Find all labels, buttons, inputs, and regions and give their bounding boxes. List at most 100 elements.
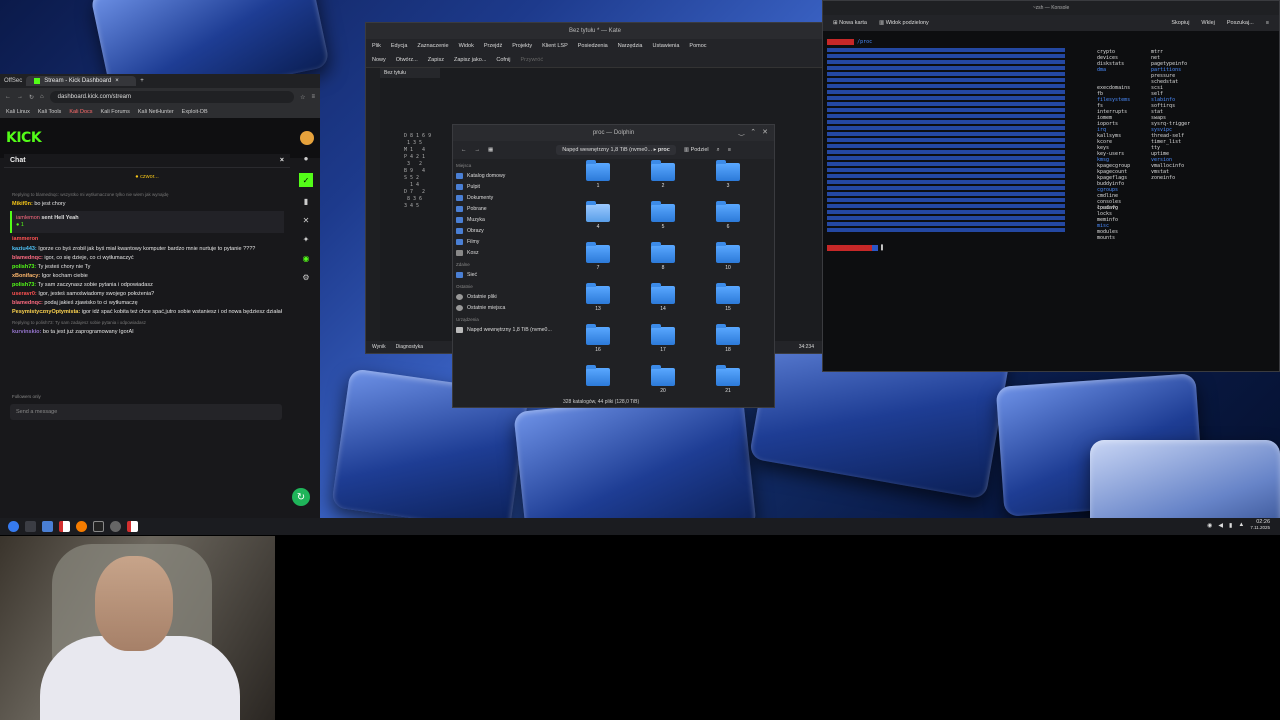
chat-user[interactable]: Mikif0n: (12, 201, 33, 207)
pinned-message[interactable]: ● czwor... (4, 174, 290, 181)
undo-button[interactable]: Cofnij (496, 57, 510, 63)
app-menu-icon[interactable] (8, 521, 19, 532)
chat-user[interactable]: blamednqc: (12, 300, 43, 306)
folder-item[interactable]: 5 (643, 201, 683, 230)
window-overview-icon[interactable] (25, 521, 36, 532)
kate-icon[interactable] (59, 521, 70, 532)
chat-user[interactable]: iamlemon (16, 215, 40, 221)
battery-icon[interactable]: ▮ (1229, 522, 1232, 529)
redo-button[interactable]: Przywróć (520, 57, 543, 63)
place-recent-locations[interactable]: Ostatnie miejsca (456, 302, 561, 313)
kick-logo[interactable]: KICK (6, 130, 42, 146)
menu-edycja[interactable]: Edycja (391, 43, 408, 49)
new-button[interactable]: Nowy (372, 57, 386, 63)
search-button[interactable]: Poszukaj... (1227, 20, 1254, 26)
check-icon[interactable]: ✓ (299, 173, 313, 187)
chat-user[interactable]: polish73: (12, 264, 36, 270)
folder-item[interactable]: 17 (643, 324, 683, 353)
menu-widok[interactable]: Widok (459, 43, 474, 49)
folder-item[interactable]: 13 (578, 283, 618, 312)
menu-zaznaczenie[interactable]: Zaznaczenie (417, 43, 448, 49)
folder-item[interactable]: 15 (708, 283, 748, 312)
open-button[interactable]: Otwórz... (396, 57, 418, 63)
back-icon[interactable]: ← (5, 94, 11, 100)
notifications-icon[interactable]: ▲ (1238, 522, 1244, 528)
folder-item[interactable]: 10 (708, 242, 748, 271)
paste-button[interactable]: Wklej (1201, 20, 1214, 26)
terminal-icon[interactable] (93, 521, 104, 532)
save-button[interactable]: Zapisz (428, 57, 444, 63)
search-icon[interactable]: ⌕ (717, 147, 720, 154)
place-home[interactable]: Katalog domowy (456, 170, 561, 181)
menu-przejdz[interactable]: Przejdź (484, 43, 502, 49)
place-network[interactable]: Sieć (456, 269, 561, 280)
folder-item[interactable]: 7 (578, 242, 618, 271)
chat-user[interactable]: iammeron (12, 236, 38, 242)
tab-kick-dashboard[interactable]: Stream - Kick Dashboard × (26, 76, 137, 86)
chat-input[interactable]: Send a message (10, 404, 282, 420)
home-icon[interactable]: ⌂ (40, 94, 44, 100)
folder-item[interactable]: 2 (643, 160, 683, 189)
folder-item[interactable]: 1 (578, 160, 618, 189)
info-icon[interactable]: ● (304, 154, 309, 163)
folder-item[interactable]: 8 (643, 242, 683, 271)
new-tab-icon[interactable]: + (140, 78, 144, 84)
close-icon[interactable]: ✕ (303, 216, 310, 225)
url-field[interactable]: dashboard.kick.com/stream (49, 91, 295, 103)
refresh-button[interactable]: ↻ (292, 488, 310, 506)
avatar[interactable] (300, 131, 314, 145)
star-icon[interactable]: ☆ (300, 94, 305, 101)
place-music[interactable]: Muzyka (456, 214, 561, 225)
chat-icon[interactable]: ◉ (303, 254, 310, 263)
hamburger-icon[interactable]: ≡ (728, 147, 731, 153)
diagnostics-tab[interactable]: Diagnostyka (396, 344, 424, 350)
back-icon[interactable]: ← (461, 147, 467, 153)
menu-pomoc[interactable]: Pomoc (689, 43, 706, 49)
chat-user[interactable]: polish73: (12, 282, 36, 288)
maximize-icon[interactable]: ⌃ (750, 128, 756, 136)
network-icon[interactable]: ◉ (1207, 522, 1212, 529)
place-videos[interactable]: Filmy (456, 236, 561, 247)
place-downloads[interactable]: Pobrane (456, 203, 561, 214)
folder-item[interactable]: 16 (578, 324, 618, 353)
clock[interactable]: 02:26 7.11.2025 (1250, 519, 1270, 531)
place-recent-files[interactable]: Ostatnie pliki (456, 291, 561, 302)
menu-klient-lsp[interactable]: Klient LSP (542, 43, 568, 49)
menu-plik[interactable]: Plik (372, 43, 381, 49)
breadcrumb[interactable]: Napęd wewnętrzny 1,8 TiB (nvme0... ▸ pro… (556, 145, 676, 155)
output-tab[interactable]: Wynik (372, 344, 386, 350)
bookmark-kali-nethunter[interactable]: Kali NetHunter (138, 109, 174, 115)
close-icon[interactable]: × (280, 157, 284, 164)
place-desktop[interactable]: Pulpit (456, 181, 561, 192)
place-pictures[interactable]: Obrazy (456, 225, 561, 236)
tab-offsec[interactable]: OffSec (4, 78, 22, 84)
save-as-button[interactable]: Zapisz jako... (454, 57, 486, 63)
folder-item[interactable]: 4 (578, 201, 618, 230)
close-icon[interactable]: ✕ (762, 128, 768, 136)
folder-item[interactable]: 18 (708, 324, 748, 353)
bookmark-kali-tools[interactable]: Kali Tools (38, 109, 61, 115)
settings-icon[interactable]: ⚙ (302, 273, 309, 282)
bookmark-kali-linux[interactable]: Kali Linux (6, 109, 30, 115)
reload-icon[interactable]: ↻ (29, 94, 34, 101)
place-drive[interactable]: Napęd wewnętrzny 1,8 TiB (nvme0... (456, 324, 561, 335)
bookmark-exploit-db[interactable]: Exploit-DB (182, 109, 208, 115)
new-tab-button[interactable]: ⊞ Nowa karta (833, 20, 867, 26)
chat-user[interactable]: PesymistycznyOptymista: (12, 309, 80, 315)
folder-item[interactable]: 3 (708, 160, 748, 189)
firefox-icon[interactable] (76, 521, 87, 532)
tab-bez-tytulu[interactable]: Bez tytułu (380, 68, 440, 78)
split-view-button[interactable]: ▥ Widok podzielony (879, 20, 929, 26)
chat-user[interactable]: kurvinskio: (12, 329, 41, 335)
volume-icon[interactable]: ◀ (1218, 522, 1223, 529)
minimize-icon[interactable]: ‿ (739, 128, 745, 136)
forward-icon[interactable]: → (475, 147, 481, 153)
folder-item[interactable]: 20 (643, 365, 683, 394)
chat-user[interactable]: kaziu443: (12, 246, 37, 252)
close-icon[interactable]: × (115, 78, 119, 84)
bookmark-icon[interactable]: ▮ (304, 197, 308, 206)
menu-posiedzenia[interactable]: Posiedzenia (578, 43, 608, 49)
chat-user[interactable]: blamednqc: (12, 255, 43, 261)
view-mode-icon[interactable]: ▦ (488, 147, 493, 153)
menu-narzedzia[interactable]: Narzędzia (618, 43, 643, 49)
